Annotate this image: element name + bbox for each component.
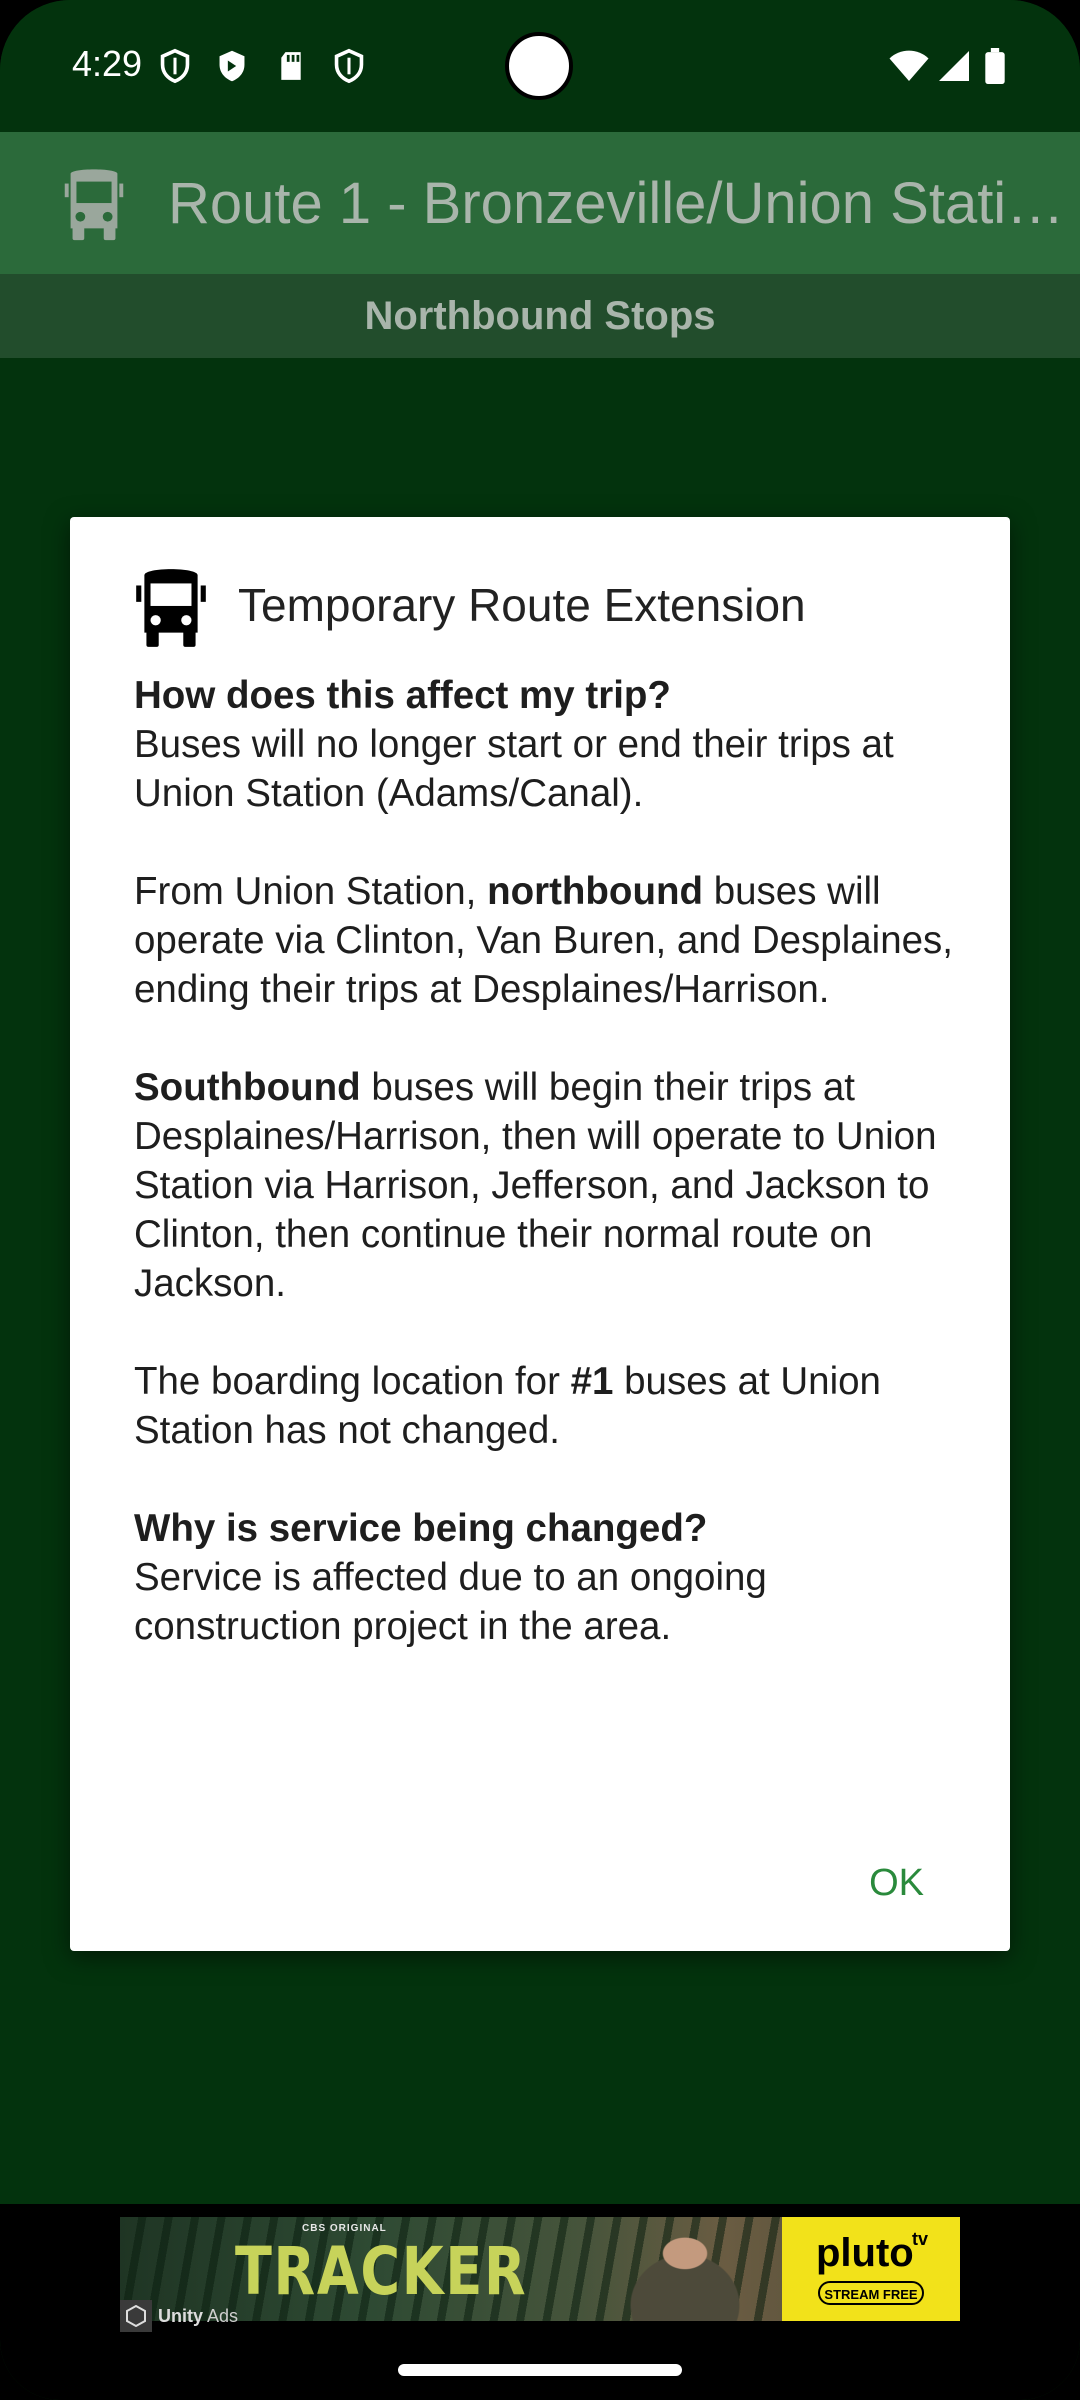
shield-outline-icon — [160, 48, 190, 84]
ad-brand-logo: pluto — [816, 2231, 914, 2275]
route-title: Route 1 - Bronzeville/Union Station — [168, 171, 1068, 236]
paragraph-text: The boarding location for — [134, 1360, 571, 1403]
direction-title: Northbound Stops — [364, 294, 716, 338]
banner-ad[interactable]: CBS ORIGINAL TRACKER pluto tv STREAM FRE… — [120, 2217, 960, 2321]
ad-provider-suffix: Ads — [207, 2305, 239, 2326]
status-time: 4:29 — [72, 43, 143, 84]
paragraph-text: From Union Station, — [134, 870, 488, 913]
emphasis-text: #1 — [570, 1360, 614, 1403]
battery-icon — [985, 48, 1005, 84]
shield-outline-icon — [334, 48, 364, 84]
shield-filled-icon — [219, 50, 245, 82]
ad-show-title: TRACKER — [235, 2233, 528, 2310]
dialog-title: Temporary Route Extension — [238, 579, 806, 631]
bus-icon — [64, 169, 124, 241]
ad-provider-badge: Unity Ads — [120, 2300, 238, 2332]
status-bar: 4:29 — [0, 0, 1080, 132]
ad-cta-button[interactable]: STREAM FREE — [818, 2281, 924, 2305]
dialog-message: How does this affect my trip? Buses will… — [134, 671, 974, 1700]
paragraph-northbound: From Union Station, northbound buses wil… — [134, 867, 974, 1014]
home-indicator[interactable] — [398, 2364, 682, 2376]
ad-provider-name: Unity — [158, 2305, 203, 2326]
paragraph-impact: How does this affect my trip? Buses will… — [134, 671, 974, 818]
app-bar: Route 1 - Bronzeville/Union Station — [0, 132, 1080, 274]
ad-person-image — [590, 2217, 780, 2321]
alert-dialog: Temporary Route Extension How does this … — [70, 517, 1010, 1951]
sd-card-icon — [281, 52, 301, 80]
paragraph-boarding: The boarding location for #1 buses at Un… — [134, 1357, 974, 1455]
ad-brand-suffix: tv — [912, 2229, 929, 2249]
wifi-icon — [889, 50, 929, 81]
paragraph-reason: Why is service being changed? Service is… — [134, 1504, 974, 1651]
paragraph-text: Service is affected due to an ongoing co… — [134, 1556, 767, 1648]
question-heading: Why is service being changed? — [134, 1507, 708, 1550]
emphasis-text: Southbound — [134, 1066, 361, 1109]
phone-screen: 4:29 Route 1 - Bronzeville/Union Station… — [0, 0, 1080, 2400]
ok-button[interactable]: OK — [863, 1857, 930, 1909]
signal-icon — [939, 51, 969, 81]
ad-provider-label: Unity Ads — [158, 2306, 238, 2327]
bus-icon — [136, 569, 206, 647]
paragraph-text: Buses will no longer start or end their … — [134, 723, 894, 815]
direction-bar: Northbound Stops — [0, 274, 1080, 358]
unity-logo-icon — [120, 2300, 152, 2332]
ad-brand-panel: pluto tv STREAM FREE — [782, 2217, 960, 2321]
question-heading: How does this affect my trip? — [134, 674, 671, 717]
paragraph-southbound: Southbound buses will begin their trips … — [134, 1063, 974, 1308]
camera-cutout — [505, 32, 573, 100]
emphasis-text: northbound — [487, 870, 704, 913]
